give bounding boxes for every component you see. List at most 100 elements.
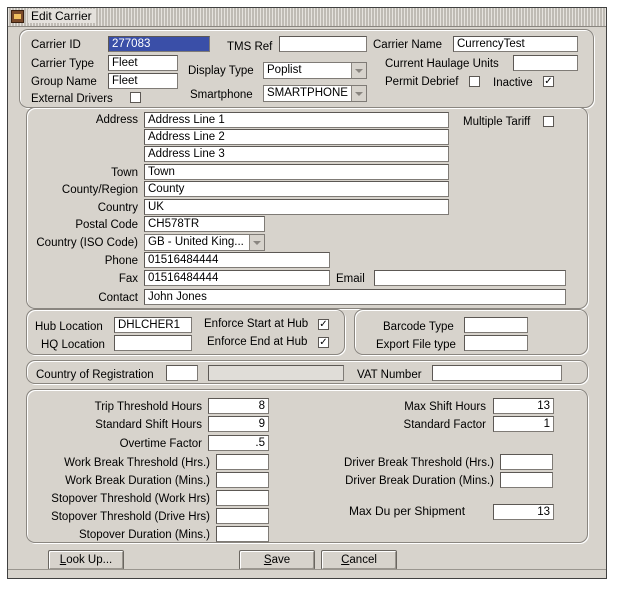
address-line1-field[interactable]: Address Line 1 — [144, 112, 449, 128]
enforce-end-label: Enforce End at Hub — [207, 336, 308, 348]
chevron-down-icon[interactable] — [249, 235, 264, 250]
driver-break-duration-label: Driver Break Duration (Mins.) — [345, 475, 494, 487]
multiple-tariff-checkbox[interactable] — [543, 116, 554, 127]
work-break-threshold-field[interactable] — [216, 454, 269, 470]
title-bar[interactable]: Edit Carrier — [8, 8, 606, 27]
cancel-button[interactable]: Cancel — [321, 550, 397, 570]
phone-field[interactable]: 01516484444 — [144, 252, 330, 268]
enforce-end-checkbox[interactable]: ✓ — [318, 337, 329, 348]
stopover-duration-field[interactable] — [216, 526, 269, 542]
standard-factor-label: Standard Factor — [403, 419, 486, 431]
driver-break-duration-field[interactable] — [500, 472, 553, 488]
inactive-checkbox[interactable]: ✓ — [543, 76, 554, 87]
edit-carrier-window: Edit Carrier Carrier ID 277083 TMS Ref C… — [7, 7, 607, 579]
address-label: Address — [95, 114, 138, 126]
barcode-type-field[interactable] — [464, 317, 528, 333]
address-line3-field[interactable]: Address Line 3 — [144, 146, 449, 162]
tms-ref-label: TMS Ref — [227, 41, 273, 53]
country-iso-select[interactable]: GB - United King... — [144, 234, 265, 251]
save-button[interactable]: Save — [239, 550, 315, 570]
export-file-type-field[interactable] — [464, 335, 528, 351]
town-field[interactable]: Town — [144, 164, 449, 180]
fax-field[interactable]: 01516484444 — [144, 270, 330, 286]
display-type-label: Display Type — [188, 65, 254, 77]
stopover-threshold-drive-field[interactable] — [216, 508, 269, 524]
lookup-button[interactable]: Look Up... — [48, 550, 124, 570]
hq-location-label: HQ Location — [41, 339, 105, 351]
carrier-name-label: Carrier Name — [373, 39, 443, 51]
inactive-label: Inactive — [493, 77, 533, 89]
max-shift-label: Max Shift Hours — [404, 401, 486, 413]
email-label: Email — [336, 273, 365, 285]
group-name-label: Group Name — [31, 76, 97, 88]
contact-field[interactable]: John Jones — [144, 289, 566, 305]
current-haulage-units-field[interactable] — [513, 55, 578, 71]
overtime-factor-label: Overtime Factor — [119, 438, 202, 450]
contact-label: Contact — [98, 292, 138, 304]
stopover-threshold-work-label: Stopover Threshold (Work Hrs) — [51, 493, 210, 505]
export-file-type-label: Export File type — [376, 339, 456, 351]
hq-location-field[interactable] — [114, 335, 192, 351]
permit-debrief-checkbox[interactable] — [469, 76, 480, 87]
save-mnemonic: S — [263, 554, 272, 566]
overtime-factor-field[interactable]: .5 — [208, 435, 269, 451]
window-title: Edit Carrier — [28, 9, 95, 23]
multiple-tariff-label: Multiple Tariff — [463, 116, 531, 128]
carrier-name-field[interactable]: CurrencyTest — [453, 36, 578, 52]
standard-factor-field[interactable]: 1 — [493, 416, 554, 432]
current-haulage-units-label: Current Haulage Units — [385, 58, 499, 70]
enforce-start-label: Enforce Start at Hub — [204, 318, 309, 330]
standard-shift-label: Standard Shift Hours — [95, 419, 202, 431]
external-drivers-label: External Drivers — [31, 93, 113, 105]
fax-label: Fax — [118, 273, 138, 285]
registration-country-code-field[interactable] — [166, 365, 198, 381]
country-field[interactable]: UK — [144, 199, 449, 215]
stopover-threshold-drive-label: Stopover Threshold (Drive Hrs) — [51, 511, 210, 523]
driver-break-threshold-label: Driver Break Threshold (Hrs.) — [344, 457, 494, 469]
enforce-start-checkbox[interactable]: ✓ — [318, 319, 329, 330]
postal-code-field[interactable]: CH578TR — [144, 216, 265, 232]
max-du-field[interactable]: 13 — [493, 504, 554, 520]
trip-threshold-field[interactable]: 8 — [208, 398, 269, 414]
chevron-down-icon[interactable] — [351, 63, 366, 78]
carrier-type-label: Carrier Type — [31, 58, 95, 70]
carrier-type-field[interactable]: Fleet — [108, 55, 178, 71]
vat-number-label: VAT Number — [357, 369, 422, 381]
group-name-field[interactable]: Fleet — [108, 73, 178, 89]
max-shift-field[interactable]: 13 — [493, 398, 554, 414]
work-break-threshold-label: Work Break Threshold (Hrs.) — [64, 457, 210, 469]
permit-debrief-label: Permit Debrief — [385, 76, 459, 88]
county-field[interactable]: County — [144, 181, 449, 197]
max-du-label: Max Du per Shipment — [349, 504, 466, 518]
external-drivers-checkbox[interactable] — [130, 92, 141, 103]
vat-number-field[interactable] — [432, 365, 562, 381]
chevron-down-icon[interactable] — [351, 86, 366, 101]
stopover-duration-label: Stopover Duration (Mins.) — [78, 529, 210, 541]
address-line2-field[interactable]: Address Line 2 — [144, 129, 449, 145]
display-type-value: Poplist — [267, 64, 302, 76]
hub-location-field[interactable]: DHLCHER1 — [114, 317, 192, 333]
registration-country-desc-field — [208, 365, 344, 381]
smartphone-select[interactable]: SMARTPHONE — [263, 85, 367, 102]
display-type-select[interactable]: Poplist — [263, 62, 367, 79]
work-break-duration-label: Work Break Duration (Mins.) — [65, 475, 210, 487]
smartphone-value: SMARTPHONE — [267, 87, 348, 99]
country-iso-value: GB - United King... — [148, 236, 244, 248]
carrier-id-label: Carrier ID — [31, 39, 81, 51]
lookup-label: ook Up... — [66, 554, 113, 566]
work-break-duration-field[interactable] — [216, 472, 269, 488]
standard-shift-field[interactable]: 9 — [208, 416, 269, 432]
county-label: County/Region — [61, 184, 138, 196]
stopover-threshold-work-field[interactable] — [216, 490, 269, 506]
trip-threshold-label: Trip Threshold Hours — [94, 401, 202, 413]
barcode-type-label: Barcode Type — [383, 321, 454, 333]
email-field[interactable] — [374, 270, 566, 286]
status-strip — [8, 569, 606, 578]
country-of-registration-label: Country of Registration — [36, 369, 154, 381]
carrier-id-field[interactable]: 277083 — [108, 36, 210, 52]
window-app-icon — [11, 10, 24, 23]
phone-label: Phone — [104, 255, 138, 267]
driver-break-threshold-field[interactable] — [500, 454, 553, 470]
save-label: ave — [271, 554, 291, 566]
tms-ref-field[interactable] — [279, 36, 367, 52]
